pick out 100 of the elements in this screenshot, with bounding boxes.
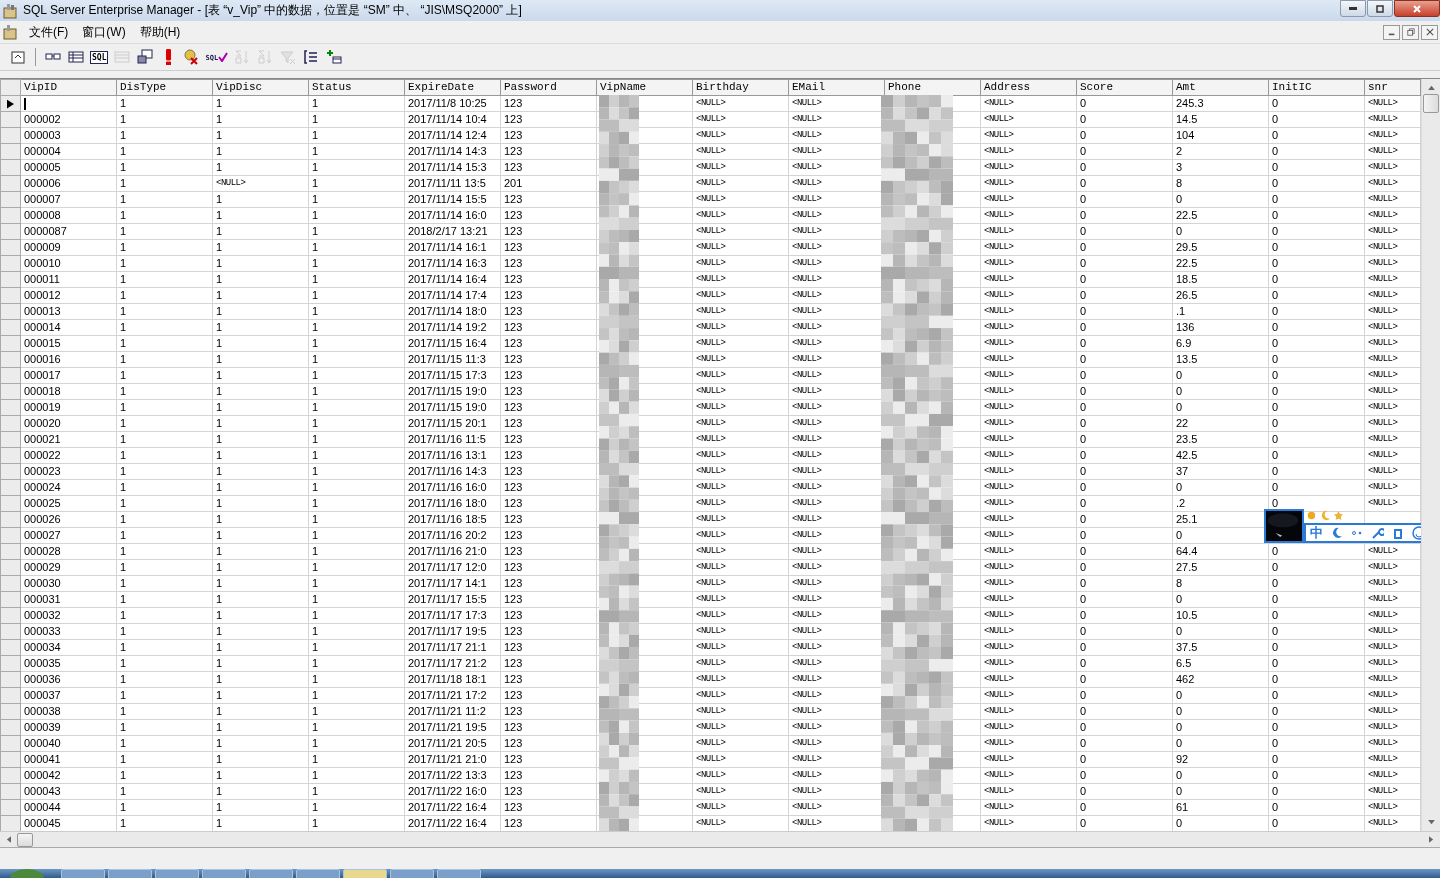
table-cell: <NULL> (696, 257, 726, 271)
table-cell: 1 (216, 337, 223, 351)
close-button[interactable] (1421, 24, 1438, 40)
vertical-scrollbar[interactable] (1421, 79, 1440, 831)
scrollbar-thumb[interactable] (17, 832, 33, 847)
column-header[interactable]: Amt (1172, 79, 1269, 96)
table-cell: <NULL> (792, 753, 822, 767)
minimize-button[interactable] (1340, 0, 1366, 17)
close-button[interactable] (1394, 0, 1440, 17)
taskbar-button[interactable] (437, 869, 481, 878)
menu-item[interactable]: 文件(F) (23, 23, 77, 41)
table-cell: <NULL> (696, 689, 726, 703)
change-type-button[interactable] (135, 47, 156, 67)
column-header[interactable]: Score (1076, 79, 1173, 96)
table-cell: 1 (312, 305, 319, 319)
table-cell: <NULL> (696, 161, 726, 175)
table-cell: 000042 (24, 769, 61, 783)
table-cell: <NULL> (984, 737, 1014, 751)
clipboard-icon[interactable] (1391, 527, 1404, 539)
scroll-right-icon[interactable] (1429, 836, 1434, 843)
table-cell: <NULL> (1368, 593, 1398, 607)
taskbar-button[interactable] (61, 869, 105, 878)
table-cell: 0 (1176, 721, 1183, 735)
table-cell: <NULL> (792, 145, 822, 159)
table-cell: 0 (1272, 113, 1279, 127)
moon-icon[interactable] (1331, 527, 1344, 539)
table-cell: 0 (1080, 817, 1087, 831)
current-row-icon (7, 98, 14, 109)
sun-icon[interactable] (1306, 510, 1317, 521)
table-cell: 0 (1176, 625, 1183, 639)
maximize-button[interactable] (1367, 0, 1393, 17)
table-cell: 0 (1080, 561, 1087, 575)
table-cell: 1 (312, 353, 319, 367)
table-cell: 1 (216, 273, 223, 287)
table-cell: 123 (504, 113, 523, 127)
taskbar-button[interactable] (296, 869, 340, 878)
table-cell: 0 (1080, 161, 1087, 175)
table-cell: <NULL> (984, 497, 1014, 511)
smiley-icon[interactable] (1411, 526, 1421, 540)
taskbar-button[interactable] (202, 869, 246, 878)
filter-icon (280, 49, 297, 65)
table-cell: <NULL> (696, 145, 726, 159)
wrench-icon[interactable] (1371, 527, 1384, 539)
taskbar-button[interactable] (390, 869, 434, 878)
table-cell: 1 (120, 321, 127, 335)
table-cell: 000002 (24, 113, 61, 127)
scroll-up-icon[interactable] (1427, 85, 1435, 90)
table-cell: 1 (216, 705, 223, 719)
table-cell: 2017/11/16 20:2 (408, 529, 487, 543)
column-header[interactable]: VipName (596, 79, 693, 96)
table-cell: 1 (120, 577, 127, 591)
table-cell: 1 (216, 561, 223, 575)
table-cell: 1 (120, 657, 127, 671)
column-header[interactable]: Address (980, 79, 1077, 96)
column-header[interactable]: Birthday (692, 79, 789, 96)
table-cell: 2017/11/14 16:4 (408, 273, 487, 287)
table-cell: 1 (216, 609, 223, 623)
menu-item[interactable]: 帮助(H) (133, 23, 189, 41)
table-cell: <NULL> (696, 497, 726, 511)
scroll-down-icon[interactable] (1427, 820, 1435, 825)
table-cell: 0 (1272, 321, 1279, 335)
table-cell: 000031 (24, 593, 61, 607)
table-cell: 0 (1272, 625, 1279, 639)
column-header[interactable]: ExpireDate (404, 79, 501, 96)
taskbar-button[interactable] (155, 869, 199, 878)
taskbar-button[interactable] (108, 869, 152, 878)
scrollbar-thumb[interactable] (1423, 94, 1439, 113)
table-cell: 2017/11/21 20:5 (408, 737, 487, 751)
table-cell: 000035 (24, 657, 61, 671)
table-cell: 1 (312, 161, 319, 175)
table-cell: <NULL> (696, 529, 726, 543)
column-header[interactable]: Phone (884, 79, 981, 96)
moon-icon[interactable] (1320, 510, 1331, 521)
table-cell: 104 (1176, 129, 1195, 143)
star-icon[interactable] (1334, 511, 1343, 520)
column-header[interactable]: InitIC (1268, 79, 1365, 96)
table-cell: <NULL> (984, 561, 1014, 575)
horizontal-scrollbar[interactable] (0, 831, 1440, 847)
column-header[interactable]: EMail (788, 79, 885, 96)
restore-button[interactable] (1402, 24, 1419, 40)
table-cell: 1 (216, 97, 223, 111)
column-header[interactable]: snr (1364, 79, 1421, 96)
scroll-left-icon[interactable] (6, 836, 11, 843)
column-header[interactable]: Status (308, 79, 405, 96)
table-cell: 2017/11/11 13:5 (408, 177, 486, 191)
table-cell: <NULL> (1368, 97, 1398, 111)
column-header[interactable]: VipDisc (212, 79, 309, 96)
taskbar-button[interactable] (343, 869, 387, 878)
column-header[interactable]: VipID (20, 79, 117, 96)
taskbar-button[interactable] (249, 869, 293, 878)
input-mode-button[interactable]: 中 (1310, 524, 1324, 542)
column-header[interactable]: Password (500, 79, 597, 96)
menu-item[interactable]: 窗口(W) (76, 23, 134, 41)
table-cell: 0 (1272, 273, 1279, 287)
add-table-button[interactable] (324, 47, 345, 67)
table-cell: 0 (1080, 353, 1087, 367)
table-cell: 1 (216, 753, 223, 767)
column-header[interactable]: DisType (116, 79, 213, 96)
table-cell: 0 (1080, 113, 1087, 127)
table-cell: 123 (504, 609, 523, 623)
